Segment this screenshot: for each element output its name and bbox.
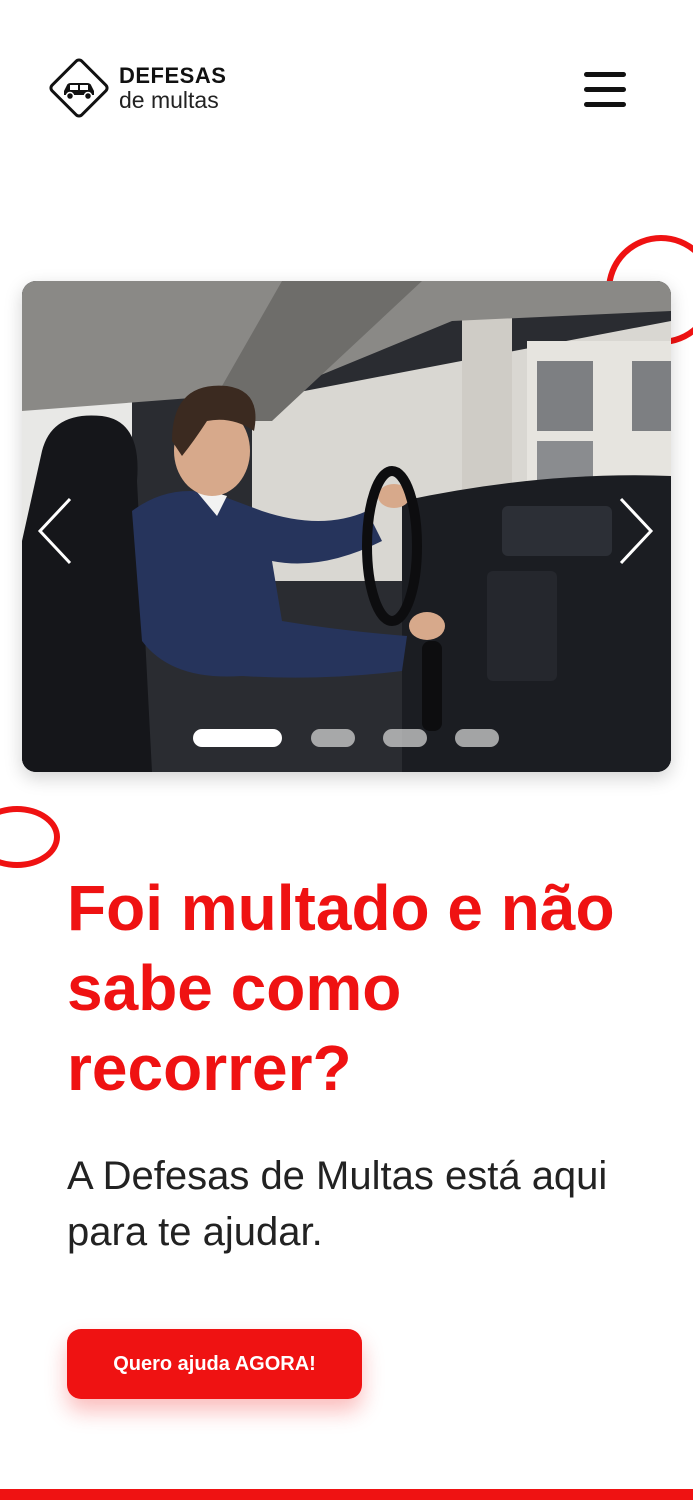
help-now-button[interactable]: Quero ajuda AGORA! bbox=[67, 1329, 362, 1399]
hero-headline: Foi multado e não sabe como recorrer? bbox=[67, 872, 615, 1104]
carousel-dot[interactable] bbox=[311, 729, 355, 747]
hamburger-menu-icon[interactable] bbox=[584, 72, 626, 108]
brand-logo[interactable]: DEFESAS de multas bbox=[46, 55, 226, 121]
brand-subtitle: de multas bbox=[119, 86, 219, 113]
driver-photo bbox=[22, 281, 671, 772]
hero-carousel[interactable] bbox=[22, 281, 671, 772]
decorative-ring bbox=[0, 806, 60, 868]
hero-subhead: A Defesas de Multas está aqui para te aj… bbox=[67, 1154, 608, 1254]
carousel-dot[interactable] bbox=[383, 729, 427, 747]
carousel-dot[interactable] bbox=[455, 729, 499, 747]
carousel-pagination bbox=[22, 729, 671, 749]
footer-accent-line bbox=[0, 1489, 693, 1500]
brand-title: DEFESAS bbox=[119, 62, 227, 88]
chevron-right-icon[interactable] bbox=[609, 491, 659, 571]
chevron-left-icon[interactable] bbox=[32, 491, 82, 571]
carousel-dot[interactable] bbox=[193, 729, 282, 747]
car-diamond-icon bbox=[46, 55, 112, 121]
